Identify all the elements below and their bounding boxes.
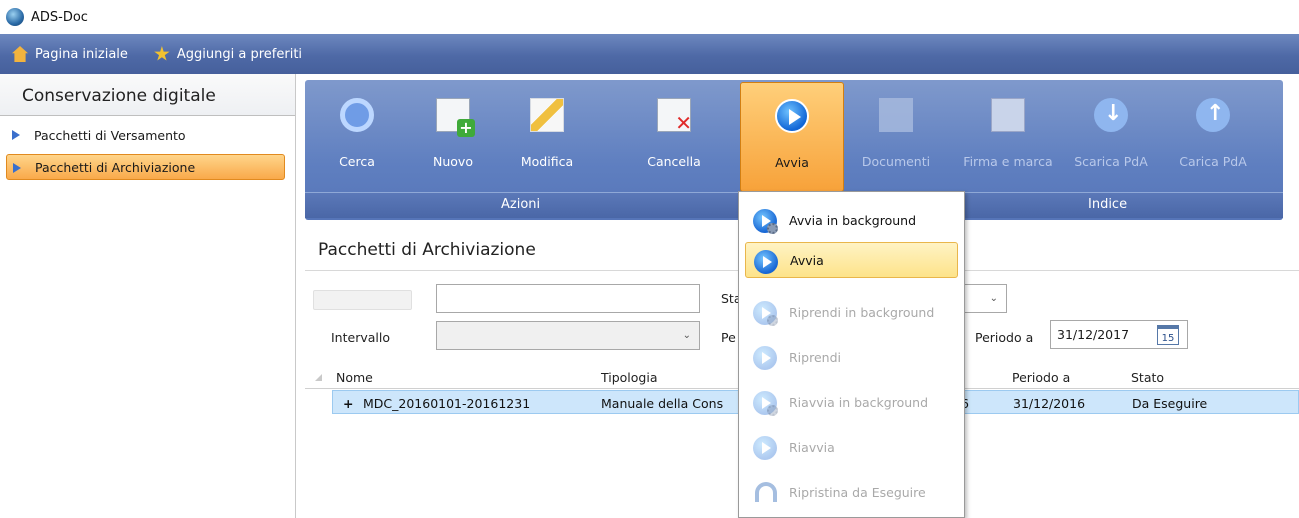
play-icon: [753, 346, 777, 370]
nav-home-link[interactable]: Pagina iniziale: [12, 46, 128, 62]
edit-button-label: Modifica: [520, 154, 574, 169]
play-icon: [754, 250, 778, 274]
play-icon: [775, 99, 809, 133]
periodo-da-label: Pe: [721, 330, 736, 345]
column-header-stato[interactable]: Stato: [1131, 370, 1164, 385]
sidebar-item-pacchetti-versamento[interactable]: Pacchetti di Versamento: [6, 122, 285, 148]
documents-icon: [879, 98, 913, 132]
app-logo-icon: [6, 8, 24, 26]
column-header-periodo-a[interactable]: Periodo a: [1012, 370, 1070, 385]
menu-item-label: Avvia: [790, 252, 824, 268]
new-button[interactable]: Nuovo: [407, 82, 499, 186]
cell-nome: MDC_20160101-20161231: [363, 396, 531, 411]
documents-button-label: Documenti: [861, 154, 931, 169]
download-arrow-icon: [1094, 98, 1128, 132]
sidebar-item-label: Pacchetti di Versamento: [34, 127, 186, 143]
triangle-right-icon: [12, 130, 20, 140]
cell-tipologia: Manuale della Cons: [601, 396, 724, 411]
menu-item-label: Ripristina da Eseguire: [789, 484, 926, 500]
nav-favorites-label: Aggiungi a preferiti: [176, 46, 303, 62]
delete-button[interactable]: Cancella: [628, 82, 720, 186]
menu-item-avvia-background[interactable]: Avvia in background: [745, 202, 958, 238]
menu-item-riprendi[interactable]: Riprendi: [745, 339, 958, 375]
upload-pda-label: Carica PdA: [1179, 154, 1247, 169]
menu-item-label: Riprendi: [789, 349, 841, 365]
avvia-dropdown-menu: Avvia in background Avvia Riprendi in ba…: [738, 191, 965, 518]
delete-document-icon: [657, 98, 692, 135]
group-label-index: Indice: [1088, 197, 1128, 212]
delete-button-label: Cancella: [647, 154, 701, 169]
documents-button[interactable]: Documenti: [850, 82, 942, 186]
periodo-a-value: 31/12/2017: [1057, 327, 1130, 342]
page-title: Pacchetti di Archiviazione: [318, 240, 536, 260]
sidebar-item-label: Pacchetti di Archiviazione: [35, 159, 196, 175]
app-title: ADS-Doc: [31, 9, 88, 25]
menu-item-label: Riavvia: [789, 439, 835, 455]
sign-and-stamp-label: Firma e marca: [963, 154, 1053, 169]
star-icon: [154, 46, 170, 61]
home-icon: [12, 46, 28, 62]
menu-item-label: Riprendi in background: [789, 304, 935, 320]
menu-item-avvia[interactable]: Avvia: [745, 242, 958, 278]
gear-icon: [767, 315, 778, 326]
nav-home-label: Pagina iniziale: [35, 46, 128, 62]
chevron-down-icon: ⌄: [989, 293, 998, 304]
calendar-icon[interactable]: 15: [1157, 325, 1179, 345]
download-pda-button[interactable]: Scarica PdA: [1065, 82, 1157, 186]
sidebar: Conservazione digitale Pacchetti di Vers…: [0, 74, 296, 518]
gear-icon: [767, 223, 778, 234]
title-bar: ADS-Doc: [0, 0, 1299, 34]
intervallo-label: Intervallo: [331, 330, 390, 345]
cell-stato: Da Eseguire: [1132, 396, 1208, 411]
sidebar-title: Conservazione digitale: [0, 74, 295, 116]
column-header-tipologia[interactable]: Tipologia: [601, 370, 658, 385]
group-label-actions: Azioni: [501, 197, 541, 212]
start-button[interactable]: Avvia: [740, 82, 844, 192]
column-header-nome[interactable]: Nome: [336, 370, 373, 385]
periodo-a-label: Periodo a: [975, 330, 1034, 345]
undo-icon: [755, 482, 777, 502]
start-button-label: Avvia: [775, 155, 809, 170]
new-button-label: Nuovo: [433, 154, 473, 169]
row-expander-icon[interactable]: +: [343, 396, 353, 411]
restart-icon: [753, 436, 777, 460]
triangle-right-icon: [13, 163, 21, 173]
gear-icon: [767, 405, 778, 416]
sign-and-stamp-button[interactable]: Firma e marca: [957, 82, 1059, 186]
signature-icon: [991, 98, 1025, 132]
menu-item-riavvia[interactable]: Riavvia: [745, 429, 958, 465]
stato-select[interactable]: ⌄: [965, 284, 1007, 313]
intervallo-select[interactable]: ⌄: [436, 321, 700, 350]
nav-add-favorites-link[interactable]: Aggiungi a preferiti: [154, 46, 302, 62]
chevron-down-icon: ⌄: [682, 330, 691, 341]
menu-item-riprendi-background[interactable]: Riprendi in background: [745, 294, 958, 330]
menu-item-ripristina[interactable]: Ripristina da Eseguire: [745, 474, 958, 510]
search-button[interactable]: Cerca: [311, 82, 403, 186]
menu-item-riavvia-background[interactable]: Riavvia in background: [745, 384, 958, 420]
name-filter-input[interactable]: [436, 284, 700, 313]
menu-item-label: Riavvia in background: [789, 394, 929, 410]
search-button-label: Cerca: [339, 154, 375, 169]
download-pda-label: Scarica PdA: [1074, 154, 1148, 169]
menu-item-label: Avvia in background: [789, 212, 917, 228]
periodo-a-date-input[interactable]: 31/12/2017 15: [1050, 320, 1188, 349]
refresh-search-icon: [340, 98, 374, 132]
edit-button[interactable]: Modifica: [501, 82, 593, 186]
upload-pda-button[interactable]: Carica PdA: [1167, 82, 1259, 186]
pencil-icon: [530, 98, 564, 132]
sidebar-item-pacchetti-archiviazione[interactable]: Pacchetti di Archiviazione: [6, 154, 285, 180]
cell-periodo-a: 31/12/2016: [1013, 396, 1086, 411]
upload-arrow-icon: [1196, 98, 1230, 132]
navigation-bar: Pagina iniziale Aggiungi a preferiti: [0, 34, 1299, 74]
new-document-icon: [436, 98, 475, 137]
corner-sort-icon: [315, 374, 322, 381]
filter-placeholder-box: [313, 290, 412, 310]
